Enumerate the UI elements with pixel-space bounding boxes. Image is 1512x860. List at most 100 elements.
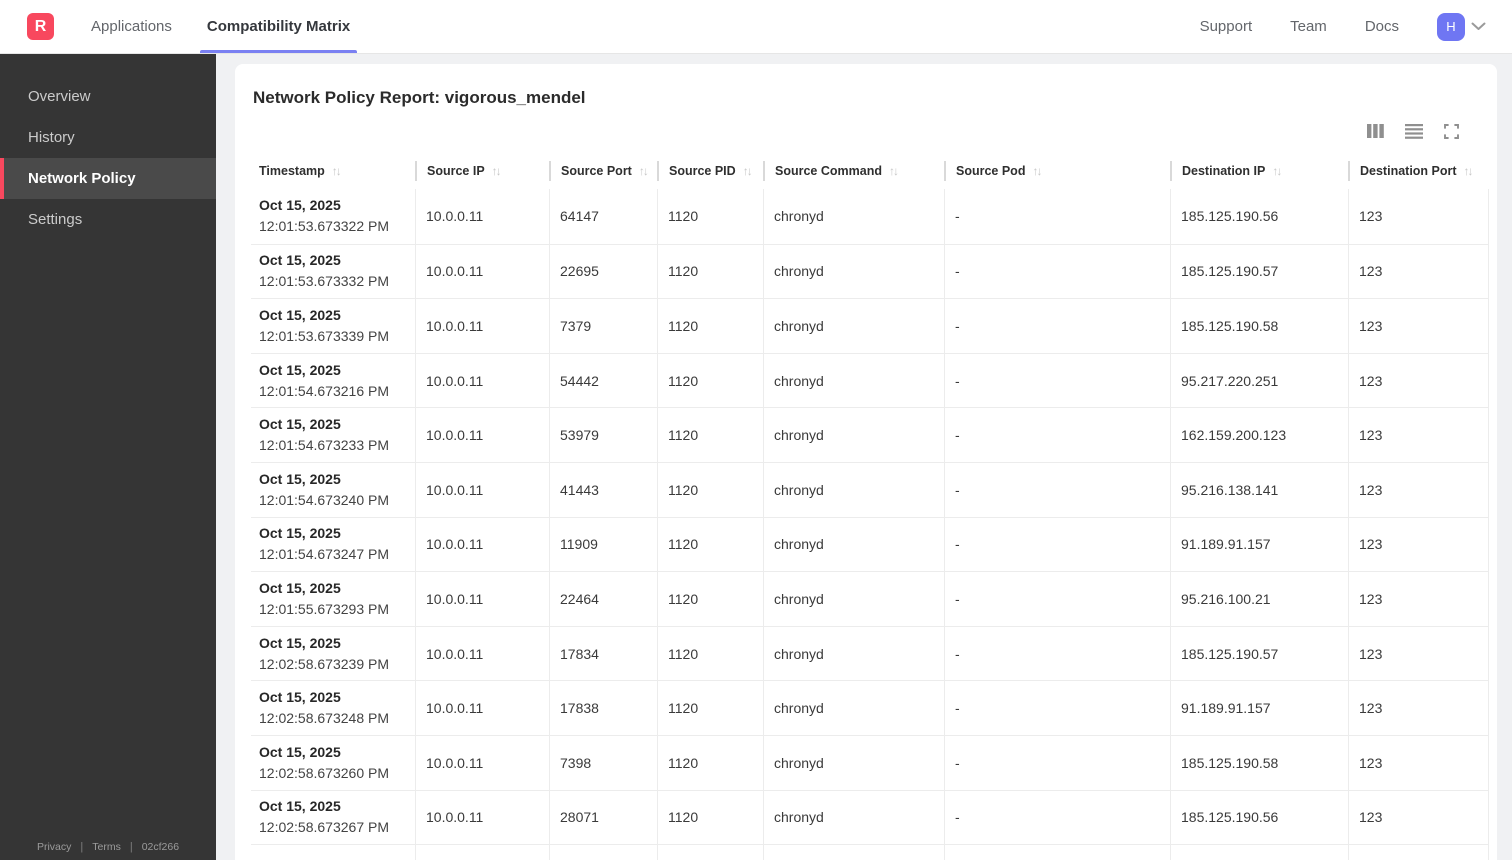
cell-source-command: chronyd (763, 517, 944, 572)
cell-source-pid: 1120 (657, 790, 763, 845)
cell-source-ip: 10.0.0.11 (415, 244, 549, 299)
top-navbar: R Applications Compatibility Matrix Supp… (0, 0, 1512, 54)
cell-source-pod: - (944, 572, 1170, 626)
cell-destination-ip: 162.159.200.123 (1170, 408, 1348, 462)
cell-source-ip: 10.0.0.11 (415, 735, 549, 790)
timestamp-date: Oct 15, 2025 (259, 470, 341, 487)
table-row: Oct 15, 2025 12:01:53.673339 PM 10.0.0.1… (251, 298, 1489, 353)
cell-destination-port: 123 (1348, 353, 1489, 408)
cell-timestamp: Oct 15, 2025 12:02:58.673260 PM (251, 736, 415, 790)
list-view-icon[interactable] (1405, 123, 1423, 139)
cell-source-command: chronyd (763, 790, 944, 845)
column-header-destination-ip[interactable]: Destination IP ↑↓ (1170, 161, 1348, 181)
sidebar-item-settings[interactable]: Settings (0, 199, 216, 240)
columns-view-icon[interactable] (1367, 124, 1384, 138)
cell-destination-ip: 95.217.220.251 (1170, 353, 1348, 408)
sidebar-item-label: Settings (28, 211, 83, 228)
column-header-source-ip[interactable]: Source IP ↑↓ (415, 161, 549, 181)
timestamp-date: Oct 15, 2025 (259, 252, 341, 269)
tab-applications[interactable]: Applications (91, 0, 172, 53)
timestamp-date: Oct 15, 2025 (259, 306, 341, 323)
cell-source-pid: 1120 (657, 572, 763, 626)
cell-timestamp: Oct 15, 2025 12:01:54.673216 PM (251, 354, 415, 408)
cell-source-pod: - (944, 408, 1170, 462)
cell-source-ip: 10.0.0.11 (415, 572, 549, 626)
cell-source-port: 11909 (549, 517, 657, 572)
sort-icon[interactable]: ↑↓ (332, 164, 342, 178)
sort-icon[interactable]: ↑↓ (743, 164, 753, 178)
column-header-source-pid[interactable]: Source PID ↑↓ (657, 161, 763, 181)
report-card: Network Policy Report: vigorous_mendel T… (235, 64, 1497, 860)
nav-link-docs[interactable]: Docs (1365, 18, 1399, 35)
sort-icon[interactable]: ↑↓ (1464, 164, 1474, 178)
column-header-source-pod[interactable]: Source Pod ↑↓ (944, 161, 1170, 181)
timestamp-date: Oct 15, 2025 (259, 579, 341, 596)
cell-source-pid: 1120 (657, 189, 763, 244)
sort-icon[interactable]: ↑↓ (492, 164, 502, 178)
cell-destination-port: 123 (1348, 462, 1489, 517)
main-content: Network Policy Report: vigorous_mendel T… (216, 54, 1512, 860)
cell-source-port: 17834 (549, 626, 657, 681)
cell-timestamp: Oct 15, 2025 (251, 845, 415, 860)
cell-destination-ip: 185.125.190.56 (1170, 189, 1348, 244)
table-toolbar (251, 123, 1481, 139)
cell-source-pid: 1120 (657, 408, 763, 462)
table-row: Oct 15, 2025 12:01:54.673247 PM 10.0.0.1… (251, 516, 1489, 572)
cell-source-ip: 10.0.0.11 (415, 462, 549, 517)
cell-source-pid: 1120 (657, 735, 763, 790)
sidebar-item-overview[interactable]: Overview (0, 76, 216, 117)
cell-destination-ip: 185.125.190.58 (1170, 735, 1348, 790)
table-body: Oct 15, 2025 12:01:53.673322 PM 10.0.0.1… (251, 189, 1489, 860)
table-header-row: Timestamp ↑↓ Source IP ↑↓ Source Port ↑↓… (251, 158, 1489, 184)
cell-destination-ip (1170, 845, 1348, 860)
terms-link[interactable]: Terms (92, 841, 121, 853)
sort-icon[interactable]: ↑↓ (639, 164, 649, 178)
nav-link-team[interactable]: Team (1290, 18, 1327, 35)
fullscreen-icon[interactable] (1444, 123, 1459, 139)
user-avatar[interactable]: H (1437, 12, 1465, 41)
sidebar-nav: Overview History Network Policy Settings (0, 54, 216, 240)
sort-icon[interactable]: ↑↓ (1032, 164, 1042, 178)
column-header-source-port[interactable]: Source Port ↑↓ (549, 161, 657, 181)
tab-compatibility-matrix[interactable]: Compatibility Matrix (199, 0, 358, 53)
sidebar-item-history[interactable]: History (0, 117, 216, 158)
sort-icon[interactable]: ↑↓ (889, 164, 899, 178)
cell-source-command: chronyd (763, 244, 944, 299)
timestamp-time: 12:01:53.673332 PM (259, 273, 389, 290)
chevron-down-icon[interactable] (1471, 22, 1486, 31)
cell-source-pid: 1120 (657, 244, 763, 299)
column-header-destination-port[interactable]: Destination Port ↑↓ (1348, 161, 1489, 181)
column-header-timestamp[interactable]: Timestamp ↑↓ (251, 161, 415, 181)
app-logo[interactable]: R (27, 13, 54, 40)
cell-source-port: 17838 (549, 681, 657, 735)
cell-source-pid: 1120 (657, 517, 763, 572)
build-version: 02cf266 (141, 841, 180, 853)
cell-source-pod: - (944, 517, 1170, 572)
footer-divider: | (129, 841, 133, 853)
cell-source-pod: - (944, 244, 1170, 299)
cell-timestamp: Oct 15, 2025 12:01:53.673339 PM (251, 299, 415, 353)
cell-source-port: 22464 (549, 572, 657, 626)
cell-source-ip: 10.0.0.11 (415, 299, 549, 353)
cell-source-pid: 1120 (657, 681, 763, 735)
column-header-source-command[interactable]: Source Command ↑↓ (763, 161, 944, 181)
cell-source-command: chronyd (763, 572, 944, 626)
cell-source-pid: 1120 (657, 626, 763, 681)
cell-source-ip (415, 845, 549, 860)
timestamp-date: Oct 15, 2025 (259, 197, 341, 214)
sidebar: Overview History Network Policy Settings… (0, 54, 216, 860)
cell-source-pod (944, 845, 1170, 860)
cell-source-command: chronyd (763, 299, 944, 353)
privacy-link[interactable]: Privacy (37, 841, 71, 853)
active-tab-underline (199, 50, 358, 53)
table-row: Oct 15, 2025 12:02:58.673267 PM 10.0.0.1… (251, 789, 1489, 845)
nav-link-support[interactable]: Support (1200, 18, 1253, 35)
cell-source-pod: - (944, 353, 1170, 408)
cell-destination-port: 123 (1348, 626, 1489, 681)
sidebar-item-network-policy[interactable]: Network Policy (0, 158, 216, 199)
table-row: Oct 15, 2025 12:01:55.673293 PM 10.0.0.1… (251, 571, 1489, 626)
table-row: Oct 15, 2025 (251, 844, 1489, 860)
timestamp-time: 12:01:54.673233 PM (259, 437, 389, 454)
sort-icon[interactable]: ↑↓ (1272, 164, 1282, 178)
cell-destination-port: 123 (1348, 735, 1489, 790)
